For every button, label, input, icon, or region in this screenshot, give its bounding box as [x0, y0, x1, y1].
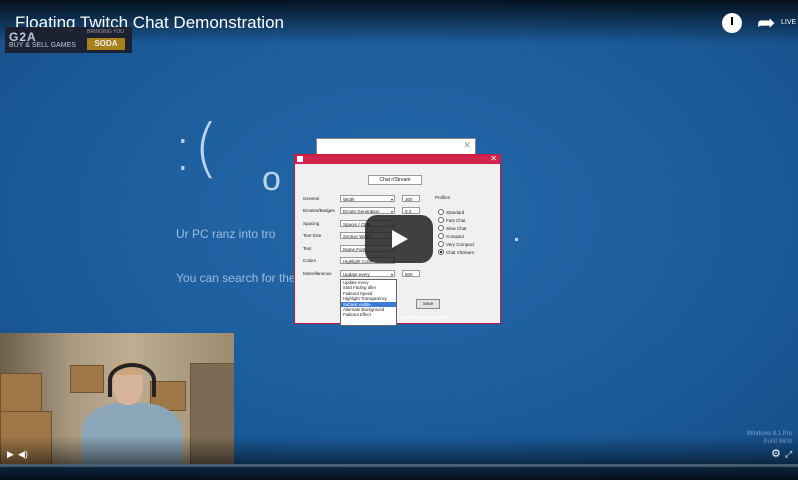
- row-label: Emotes/Badges: [303, 208, 335, 213]
- watch-later-icon[interactable]: [722, 13, 742, 33]
- setting-combo[interactable]: Emote Generation ▾: [340, 207, 395, 214]
- profile-radio[interactable]: Standard: [438, 209, 464, 215]
- sad-face-tail: o: [262, 160, 281, 198]
- row-label: Spacing: [303, 221, 320, 226]
- profile-radio[interactable]: Very Compact: [438, 241, 474, 247]
- fullscreen-icon[interactable]: ⤢: [785, 449, 792, 460]
- sad-face: :(: [172, 112, 219, 186]
- bsod-message-line2: You can search for the: [176, 271, 296, 285]
- hint-text: hat window to show effect: [395, 315, 453, 321]
- dialog-titlebar: ✕: [295, 154, 500, 164]
- setting-spinner[interactable]: 300: [402, 195, 420, 202]
- profile-radio-selected[interactable]: Chat r/Stream: [438, 249, 474, 255]
- row-label: Colors: [303, 258, 317, 263]
- bsod-message-line1: Ur PC ranz into tro: [176, 227, 276, 241]
- row-label: Miscellaneous: [303, 271, 332, 276]
- chevron-down-icon: ▾: [390, 197, 393, 202]
- cardboard-box: [0, 373, 42, 413]
- headset: [108, 363, 156, 397]
- progress-bar[interactable]: [0, 464, 798, 467]
- gear-icon[interactable]: ⚙: [771, 447, 781, 460]
- share-icon[interactable]: ➦: [757, 12, 775, 34]
- sponsor-logo: G2A BUY & SELL GAMES BRINGING YOU SODA: [5, 27, 132, 53]
- player-controls: [0, 436, 798, 480]
- setting-spinner[interactable]: 800: [402, 270, 420, 277]
- setting-combo[interactable]: Width ▾: [340, 195, 395, 202]
- app-icon: [297, 156, 303, 162]
- dropdown-option[interactable]: Fadeout Effect: [341, 312, 396, 317]
- dropdown-list: Update every Start Fading after Fadeout …: [340, 279, 397, 326]
- setting-combo-open[interactable]: Update every ▾: [340, 270, 395, 277]
- profile-radio[interactable]: Compact: [438, 233, 464, 239]
- chevron-down-icon: ▾: [390, 272, 393, 277]
- row-label: General: [303, 196, 320, 201]
- volume-icon[interactable]: ◀): [18, 449, 28, 460]
- video-player[interactable]: :( o Ur PC ranz into tro You can search …: [0, 0, 798, 480]
- profile-radio[interactable]: Slow Chat: [438, 225, 467, 231]
- profile-radio[interactable]: Fast Chat: [438, 217, 466, 223]
- dialog-close-icon[interactable]: ✕: [490, 154, 497, 163]
- profile-name-field[interactable]: Chat r/Stream: [368, 175, 422, 185]
- row-label: Text: [303, 246, 312, 251]
- play-button[interactable]: [365, 215, 433, 263]
- profiles-header: Profiles: [435, 195, 451, 200]
- mouse-cursor: [515, 238, 518, 241]
- play-icon[interactable]: ▶: [7, 449, 14, 460]
- save-button[interactable]: Save: [416, 299, 440, 309]
- cardboard-box: [70, 365, 104, 393]
- close-icon: ✕: [463, 140, 471, 150]
- share-label: LIVE: [781, 19, 797, 26]
- row-label: Text Size: [303, 233, 322, 238]
- chevron-down-icon: ▾: [390, 209, 393, 214]
- setting-spinner[interactable]: 0.3: [402, 207, 420, 214]
